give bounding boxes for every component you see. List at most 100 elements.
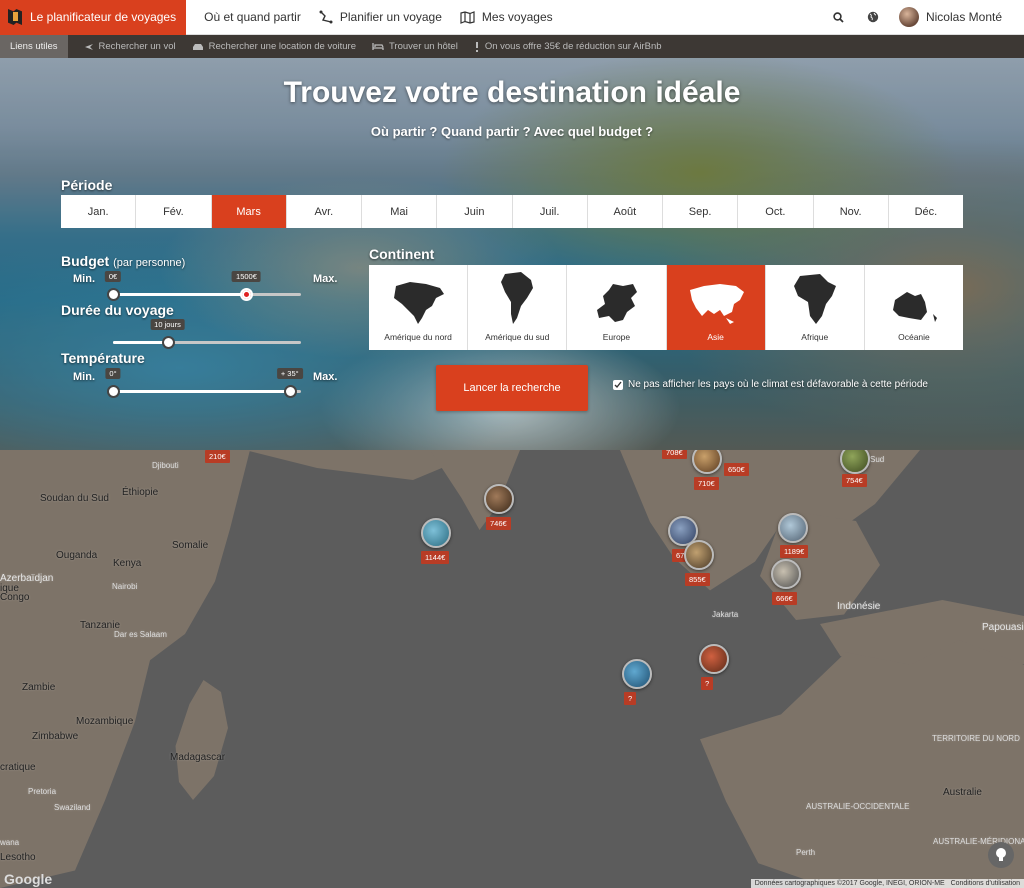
price-tag[interactable]: ? [701, 677, 714, 690]
continent-north-america[interactable]: Amérique du nord [369, 265, 469, 350]
continent-oceania-label: Océanie [898, 332, 930, 342]
budget-max-handle[interactable] [240, 288, 254, 301]
month-selector: Jan. Fév. Mars Avr. Mai Juin Juil. Août Sep. Oct.… [61, 195, 963, 228]
month-option[interactable]: Oct. [738, 195, 814, 228]
price-tag[interactable]: 708€ [662, 450, 687, 459]
car-icon [192, 44, 203, 50]
map-attribution: Données cartographiques ©2017 Google, IN… [750, 879, 1024, 888]
destination-pin[interactable] [771, 559, 801, 589]
duration-slider[interactable]: 10 jours [113, 319, 301, 349]
budget-min-handle[interactable] [107, 288, 120, 301]
map-label: Indonésie [837, 601, 881, 612]
link-find-hotel[interactable]: Trouver un hôtel [372, 41, 458, 52]
month-option[interactable]: Fév. [136, 195, 212, 228]
climate-filter[interactable]: Ne pas afficher les pays où le climat es… [613, 379, 928, 390]
search-button[interactable]: Lancer la recherche [436, 365, 588, 411]
temperature-slider[interactable]: 0° + 35° [105, 368, 303, 398]
oceania-icon [892, 292, 937, 322]
period-label: Période [61, 177, 113, 193]
map-terms-link[interactable]: Conditions d'utilisation [951, 880, 1020, 887]
map-label: Djibouti [152, 461, 179, 470]
map-label: Jakarta [712, 610, 739, 619]
lightbulb-icon[interactable] [988, 842, 1014, 868]
price-tag[interactable]: 1144€ [421, 551, 450, 564]
temperature-min-handle[interactable] [107, 385, 120, 398]
north-america-icon [394, 282, 445, 324]
month-option[interactable]: Juin [437, 195, 513, 228]
continent-africa-label: Afrique [801, 332, 829, 342]
map-logo-icon [8, 9, 22, 25]
climate-filter-label: Ne pas afficher les pays où le climat es… [628, 379, 928, 390]
price-tag[interactable]: 1189€ [780, 545, 809, 558]
user-menu[interactable]: Nicolas Monté [898, 7, 1002, 27]
globe-icon[interactable] [865, 9, 881, 25]
link-search-flight[interactable]: Rechercher un vol [84, 41, 176, 52]
month-option[interactable]: Avr. [287, 195, 362, 228]
price-tag[interactable]: 710€ [694, 477, 719, 490]
brand-label: Le planificateur de voyages [30, 10, 177, 24]
map-icon [460, 10, 475, 24]
bed-icon [372, 43, 384, 50]
link-find-hotel-label: Trouver un hôtel [388, 41, 458, 52]
budget-min-value: 0€ [104, 271, 122, 282]
link-airbnb-offer[interactable]: On vous offre 35€ de réduction sur AirBn… [474, 41, 662, 52]
temperature-max-label: Max. [313, 371, 338, 383]
destination-pin[interactable] [699, 644, 729, 674]
temperature-max-value: + 35° [276, 368, 303, 379]
africa-icon [793, 274, 836, 324]
nav-where-when[interactable]: Où et quand partir [204, 10, 301, 24]
map-label: Pretoria [28, 787, 57, 796]
month-option[interactable]: Sep. [663, 195, 739, 228]
destination-pin[interactable] [684, 540, 714, 570]
exclamation-icon [475, 41, 478, 52]
budget-fill [113, 293, 247, 296]
map-label: Soudan du Sud [40, 493, 109, 504]
destination-pin[interactable] [421, 518, 451, 548]
destination-pin[interactable] [778, 513, 808, 543]
nav-plan-trip[interactable]: Planifier un voyage [319, 10, 442, 24]
duration-value: 10 jours [150, 319, 185, 330]
month-option[interactable]: Août [588, 195, 663, 228]
results-map[interactable]: Soudan du Sud Éthiopie Somalie Ouganda K… [0, 450, 1024, 888]
map-label: Perth [796, 848, 816, 857]
nav-plan-trip-label: Planifier un voyage [339, 10, 442, 24]
africa-landmass [0, 450, 250, 888]
duration-handle[interactable] [161, 336, 175, 349]
month-option[interactable]: Jan. [61, 195, 137, 228]
price-tag[interactable]: 210€ [205, 450, 230, 463]
month-option[interactable]: Déc. [889, 195, 963, 228]
destination-pin[interactable] [622, 659, 652, 689]
month-option[interactable]: Mars [211, 195, 287, 228]
map-label: Sud [870, 455, 885, 464]
price-tag[interactable]: 754€ [842, 474, 867, 487]
price-tag[interactable]: 650€ [724, 463, 749, 476]
budget-label: Budget (par personne) [61, 253, 185, 269]
useful-links-tag: Liens utiles [0, 35, 68, 58]
nav-right: Nicolas Monté [831, 7, 1024, 27]
nav-my-trips[interactable]: Mes voyages [460, 10, 553, 24]
continent-oceania[interactable]: Océanie [865, 265, 963, 350]
continent-south-america[interactable]: Amérique du sud [468, 265, 568, 350]
link-car-rental[interactable]: Rechercher une location de voiture [192, 41, 356, 52]
price-tag[interactable]: 666€ [772, 592, 797, 605]
brand-link[interactable]: Le planificateur de voyages [0, 0, 187, 35]
budget-slider[interactable]: 0€ 1500€ [104, 271, 301, 301]
month-option[interactable]: Juil. [513, 195, 588, 228]
temperature-max-handle[interactable] [283, 385, 297, 398]
australia-landmass [700, 640, 1024, 888]
map-label: Mozambique [76, 716, 134, 727]
map-label: Australie [943, 787, 982, 798]
month-option[interactable]: Nov. [814, 195, 889, 228]
search-icon[interactable] [831, 9, 847, 25]
climate-filter-checkbox[interactable] [613, 379, 623, 390]
destination-pin[interactable] [484, 484, 514, 514]
price-tag[interactable]: ? [624, 692, 637, 705]
price-tag[interactable]: 746€ [486, 517, 511, 530]
continent-asia[interactable]: Asie [666, 265, 766, 350]
continent-europe-label: Europe [602, 332, 631, 342]
price-tag[interactable]: 855€ [685, 573, 710, 586]
continent-europe[interactable]: Europe [567, 265, 667, 350]
continent-africa[interactable]: Afrique [766, 265, 865, 350]
month-option[interactable]: Mai [362, 195, 438, 228]
map-label: Somalie [172, 540, 209, 551]
